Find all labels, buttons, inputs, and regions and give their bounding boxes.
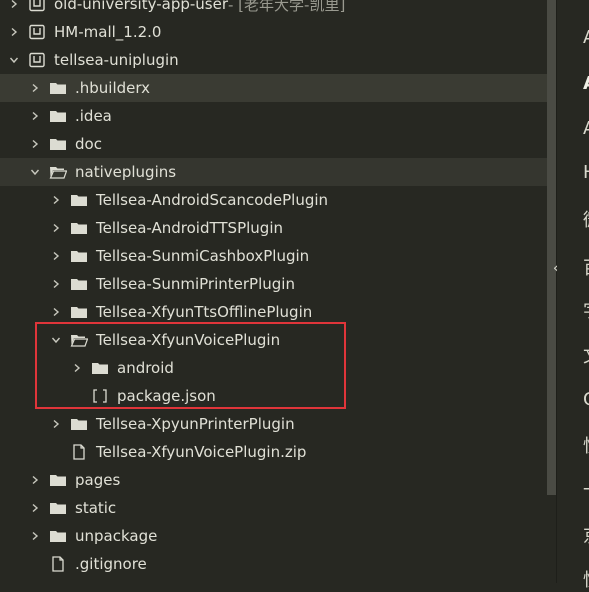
project-explorer: old-university-app-user - [老年大学-凯里] HM-ma… <box>0 0 576 583</box>
folder-icon <box>70 220 88 236</box>
right-panel-glyph: 快 <box>583 432 589 458</box>
tree-item-label: pages <box>75 471 121 489</box>
chevron-right-icon[interactable] <box>29 502 41 514</box>
tree-row[interactable]: nativeplugins <box>0 158 576 186</box>
folder-icon <box>49 528 67 544</box>
annotation-highlight-box <box>35 322 346 409</box>
tree-row[interactable]: doc <box>0 130 576 158</box>
right-panel-glyph: 百 <box>583 254 589 280</box>
folder-icon <box>70 192 88 208</box>
chevron-right-icon[interactable] <box>8 0 20 10</box>
chevron-right-icon[interactable] <box>50 222 62 234</box>
tree-row[interactable]: HM-mall_1.2.0 <box>0 18 555 46</box>
tree-row[interactable]: static <box>0 494 576 522</box>
chevron-down-icon[interactable] <box>29 166 41 178</box>
chevron-right-icon[interactable] <box>29 530 41 542</box>
right-panel-glyph: A <box>583 118 589 139</box>
chevron-right-icon[interactable] <box>29 138 41 150</box>
folder-icon <box>70 276 88 292</box>
chevron-right-icon[interactable] <box>29 82 41 94</box>
chevron-down-icon[interactable] <box>8 54 20 66</box>
tree-item-label: static <box>75 499 117 517</box>
tree-item-label: Tellsea-XpyunPrinterPlugin <box>96 415 295 433</box>
tree-item-label: unpackage <box>75 527 158 545</box>
tree-row[interactable]: .idea <box>0 102 576 130</box>
tree-row[interactable]: old-university-app-user - [老年大学-凯里] <box>0 0 555 18</box>
tree-item-label: HM-mall_1.2.0 <box>54 23 162 41</box>
right-panel-glyph: 一 <box>583 476 589 502</box>
tree-item-label: Tellsea-XfyunTtsOfflinePlugin <box>96 303 313 321</box>
explorer-scrollbar[interactable] <box>547 0 556 495</box>
tree-row[interactable]: .gitignore <box>0 550 576 578</box>
tree-item-label: Tellsea-SunmiPrinterPlugin <box>96 275 295 293</box>
tree-item-label: tellsea-uniplugin <box>54 51 179 69</box>
chevron-right-icon[interactable] <box>8 26 20 38</box>
folder-icon <box>49 108 67 124</box>
chevron-right-icon[interactable] <box>29 474 41 486</box>
tree-row[interactable]: Tellsea-AndroidScancodePlugin <box>0 186 589 214</box>
tree-item-label: .hbuilderx <box>75 79 151 97</box>
chevron-right-icon[interactable] <box>50 418 62 430</box>
folder-icon <box>70 304 88 320</box>
tree-row[interactable]: .hbuilderx <box>0 74 576 102</box>
tree-row[interactable]: pages <box>0 466 576 494</box>
chevron-right-icon[interactable] <box>50 306 62 318</box>
tree-row[interactable]: Tellsea-XfyunVoicePlugin.zip <box>0 438 589 466</box>
chevron-right-icon[interactable] <box>29 110 41 122</box>
file-icon <box>70 444 88 460</box>
tree-item-label: nativeplugins <box>75 163 177 181</box>
folder-icon <box>70 416 88 432</box>
right-panel-glyph: 字 <box>583 297 589 323</box>
tree-row[interactable]: tellsea-uniplugin <box>0 46 555 74</box>
folder-icon <box>49 500 67 516</box>
tree-item-label: Tellsea-XfyunVoicePlugin.zip <box>96 443 307 461</box>
chevron-right-icon[interactable] <box>50 194 62 206</box>
tree-row[interactable]: Tellsea-AndroidTTSPlugin <box>0 214 589 242</box>
tree-item-label: .idea <box>75 107 112 125</box>
chevron-right-icon[interactable] <box>50 250 62 262</box>
tree-item-label: doc <box>75 135 102 153</box>
folder-open-icon <box>49 164 67 180</box>
tree-item-label: Tellsea-AndroidScancodePlugin <box>96 191 329 209</box>
folder-icon <box>49 136 67 152</box>
project-icon <box>28 24 46 40</box>
folder-icon <box>49 80 67 96</box>
folder-icon <box>49 472 67 488</box>
tree-item-label: Tellsea-SunmiCashboxPlugin <box>96 247 310 265</box>
tree-row[interactable]: Tellsea-SunmiPrinterPlugin <box>0 270 589 298</box>
folder-icon <box>70 248 88 264</box>
tree-item-suffix: - [老年大学-凯里] <box>228 0 346 14</box>
right-panel-glyph: A <box>583 73 589 94</box>
chevron-right-icon[interactable] <box>50 278 62 290</box>
right-panel-glyph: H <box>583 162 589 183</box>
tree-item-label: Tellsea-AndroidTTSPlugin <box>96 219 283 237</box>
right-panel-glyph: A <box>583 27 589 48</box>
project-icon <box>28 52 46 68</box>
file-icon <box>49 556 67 572</box>
tree-item-label: .gitignore <box>75 555 147 573</box>
right-panel: AAAH微百字文C快一京快 <box>557 0 589 591</box>
tree-item-label: old-university-app-user <box>54 0 228 13</box>
tree-row[interactable]: Tellsea-XpyunPrinterPlugin <box>0 410 589 438</box>
right-panel-glyph: 文 <box>583 342 589 368</box>
right-panel-glyph: C <box>583 389 589 410</box>
tree-row[interactable]: unpackage <box>0 522 576 550</box>
project-icon <box>28 0 46 12</box>
right-panel-glyph: 京 <box>583 522 589 548</box>
right-panel-glyph: 快 <box>583 566 589 592</box>
tree-row[interactable]: Tellsea-SunmiCashboxPlugin <box>0 242 589 270</box>
right-panel-glyph: 微 <box>583 206 589 232</box>
